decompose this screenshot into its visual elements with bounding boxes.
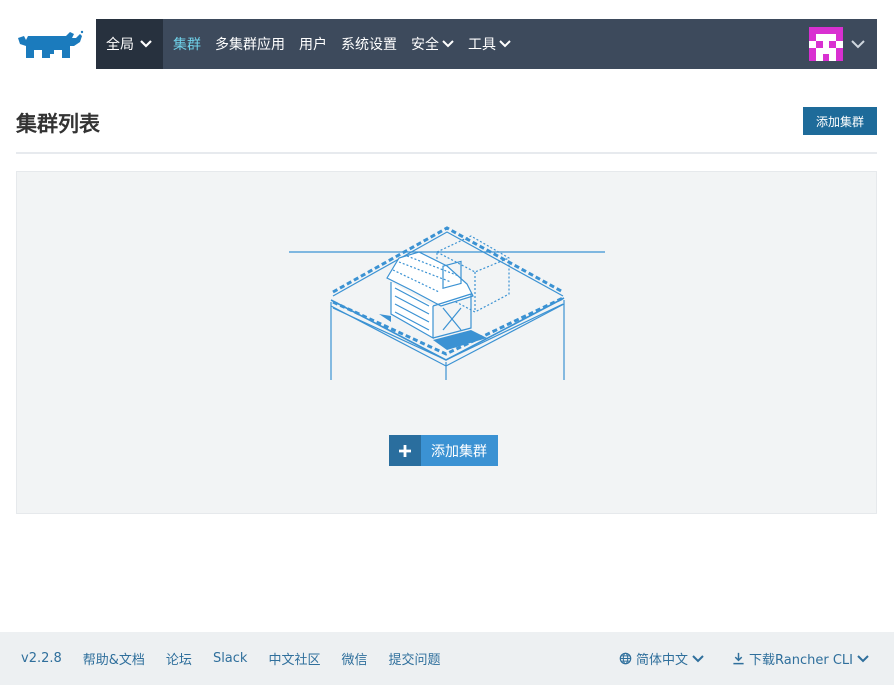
chevron-down-icon bbox=[857, 654, 869, 662]
chevron-down-icon bbox=[442, 40, 454, 48]
globe-icon bbox=[619, 652, 632, 665]
footer-link-docs[interactable]: 帮助&文档 bbox=[83, 649, 145, 668]
language-label: 简体中文 bbox=[636, 653, 689, 668]
nav-item-label: 多集群应用 bbox=[215, 37, 285, 53]
nav-item-multi-cluster-apps[interactable]: 多集群应用 bbox=[215, 34, 285, 54]
page-title: 集群列表 bbox=[16, 112, 100, 136]
footer-link-forum[interactable]: 论坛 bbox=[166, 649, 192, 668]
footer-link-issues[interactable]: 提交问题 bbox=[388, 649, 440, 668]
footer-version[interactable]: v2.2.8 bbox=[21, 651, 62, 666]
add-cluster-button[interactable]: 添加集群 bbox=[803, 107, 877, 135]
empty-add-cluster-label: 添加集群 bbox=[421, 435, 498, 466]
chevron-down-icon bbox=[499, 40, 511, 48]
scope-label: 全局 bbox=[106, 37, 134, 53]
divider bbox=[16, 152, 877, 154]
footer-link-community[interactable]: 中文社区 bbox=[268, 649, 320, 668]
footer: v2.2.8 帮助&文档 论坛 Slack 中文社区 微信 提交问题 简体中文 … bbox=[0, 632, 894, 685]
avatar-identicon bbox=[809, 27, 843, 61]
scope-selector[interactable]: 全局 bbox=[96, 19, 163, 69]
footer-link-wechat[interactable]: 微信 bbox=[341, 649, 367, 668]
chevron-down-icon bbox=[851, 39, 865, 48]
user-menu[interactable] bbox=[809, 27, 865, 61]
nav-item-clusters[interactable]: 集群 bbox=[173, 34, 201, 54]
footer-link-slack[interactable]: Slack bbox=[213, 651, 248, 666]
nav-item-label: 安全 bbox=[411, 37, 439, 53]
nav-item-users[interactable]: 用户 bbox=[299, 34, 327, 54]
nav-item-label: 集群 bbox=[173, 37, 201, 53]
language-selector[interactable]: 简体中文 bbox=[615, 649, 708, 668]
empty-state-panel: 添加集群 bbox=[16, 171, 877, 514]
nav-item-label: 工具 bbox=[468, 37, 496, 53]
nav-item-tools[interactable]: 工具 bbox=[468, 34, 511, 54]
nav-item-settings[interactable]: 系统设置 bbox=[341, 34, 397, 54]
chevron-down-icon bbox=[140, 40, 152, 48]
download-cli[interactable]: 下载Rancher CLI bbox=[728, 649, 873, 668]
rancher-logo-icon[interactable] bbox=[14, 28, 84, 64]
nav-item-label: 系统设置 bbox=[341, 37, 397, 53]
empty-add-cluster-button[interactable]: 添加集群 bbox=[389, 435, 498, 466]
nav-item-label: 用户 bbox=[299, 37, 327, 53]
nav-item-security[interactable]: 安全 bbox=[411, 34, 454, 54]
plus-icon bbox=[389, 435, 421, 466]
footer-right: 简体中文 下载Rancher CLI bbox=[595, 632, 873, 685]
download-cli-label: 下载Rancher CLI bbox=[749, 653, 853, 668]
top-bar: 全局 集群 多集群应用 用户 系统设置 安全 工具 bbox=[0, 0, 894, 86]
barn-illustration bbox=[289, 226, 605, 380]
main-nav: 全局 集群 多集群应用 用户 系统设置 安全 工具 bbox=[96, 19, 877, 69]
chevron-down-icon bbox=[692, 654, 704, 662]
download-icon bbox=[733, 652, 744, 665]
